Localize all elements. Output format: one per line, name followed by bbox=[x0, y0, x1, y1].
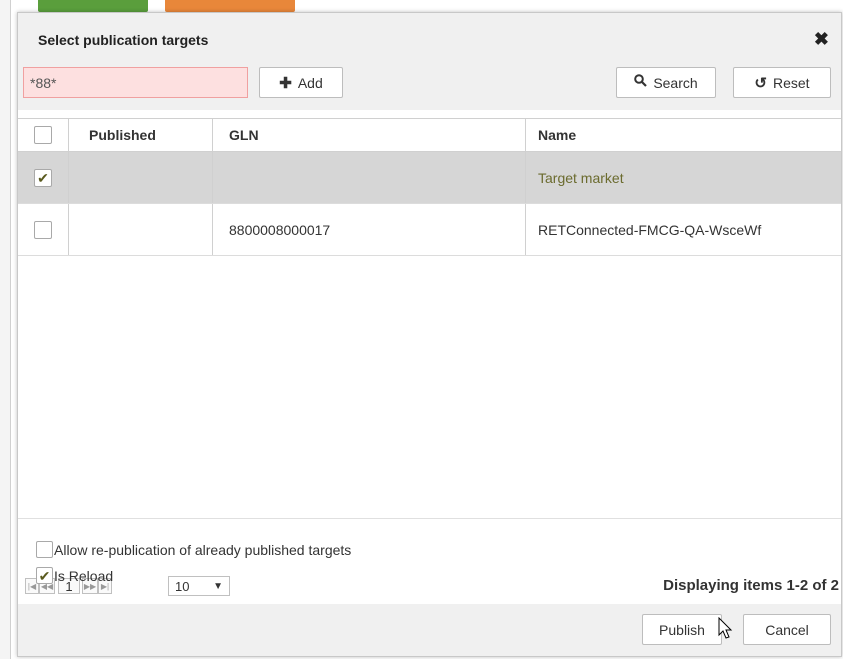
allow-republication-option[interactable]: Allow re-publication of already publishe… bbox=[36, 541, 351, 558]
cancel-button[interactable]: Cancel bbox=[743, 614, 831, 645]
column-gln[interactable]: GLN bbox=[213, 119, 526, 151]
dialog-toolbar: ✚ Add Search ↺ Reset bbox=[18, 65, 841, 110]
table-row[interactable]: 8800008000017 RETConnected-FMCG-QA-WsceW… bbox=[18, 204, 841, 256]
reset-button[interactable]: ↺ Reset bbox=[733, 67, 831, 98]
publish-button[interactable]: Publish bbox=[642, 614, 722, 645]
table-row[interactable]: ✔ Target market bbox=[18, 152, 841, 204]
grid-header: Published GLN Name bbox=[18, 118, 841, 152]
row-check-cell bbox=[18, 204, 69, 255]
close-icon[interactable]: ✖ bbox=[814, 29, 829, 50]
add-button-label: Add bbox=[297, 74, 323, 91]
row-gln bbox=[213, 152, 526, 203]
is-reload-checkbox[interactable]: ✔ bbox=[36, 567, 53, 584]
row-published bbox=[69, 152, 213, 203]
row-checkbox[interactable]: ✔ bbox=[34, 168, 52, 187]
row-checkbox[interactable] bbox=[34, 220, 52, 239]
row-published bbox=[69, 204, 213, 255]
search-button[interactable]: Search bbox=[616, 67, 716, 98]
column-name[interactable]: Name bbox=[526, 119, 841, 151]
row-name: RETConnected-FMCG-QA-WsceWf bbox=[538, 221, 762, 238]
search-icon bbox=[634, 74, 648, 91]
row-check-cell: ✔ bbox=[18, 152, 69, 203]
publish-options: Allow re-publication of already publishe… bbox=[18, 518, 841, 599]
select-all-cell bbox=[18, 119, 69, 151]
background-app-edge bbox=[0, 0, 11, 659]
mouse-pointer-icon bbox=[718, 617, 733, 639]
reset-icon: ↺ bbox=[754, 74, 767, 92]
is-reload-option[interactable]: ✔ Is Reload bbox=[36, 567, 113, 584]
dialog-title: Select publication targets bbox=[38, 32, 209, 48]
row-name: Target market bbox=[538, 169, 624, 186]
is-reload-label: Is Reload bbox=[54, 568, 114, 584]
allow-republication-checkbox[interactable] bbox=[36, 541, 53, 558]
add-button[interactable]: ✚ Add bbox=[259, 67, 343, 98]
row-gln: 8800008000017 bbox=[213, 204, 526, 255]
dialog-footer: Publish Cancel bbox=[18, 604, 841, 656]
background-unpublish-button bbox=[165, 0, 295, 12]
publication-targets-dialog: Select publication targets ✖ ✚ Add Searc… bbox=[17, 12, 842, 657]
plus-icon: ✚ bbox=[279, 74, 292, 92]
search-button-label: Search bbox=[653, 74, 698, 91]
gln-filter-input[interactable] bbox=[23, 67, 248, 98]
reset-button-label: Reset bbox=[773, 74, 810, 91]
background-publish-button bbox=[38, 0, 148, 12]
column-published[interactable]: Published bbox=[69, 119, 213, 151]
allow-republication-label: Allow re-publication of already publishe… bbox=[54, 542, 352, 558]
select-all-checkbox[interactable] bbox=[34, 126, 52, 144]
dialog-titlebar: Select publication targets ✖ bbox=[18, 13, 841, 65]
